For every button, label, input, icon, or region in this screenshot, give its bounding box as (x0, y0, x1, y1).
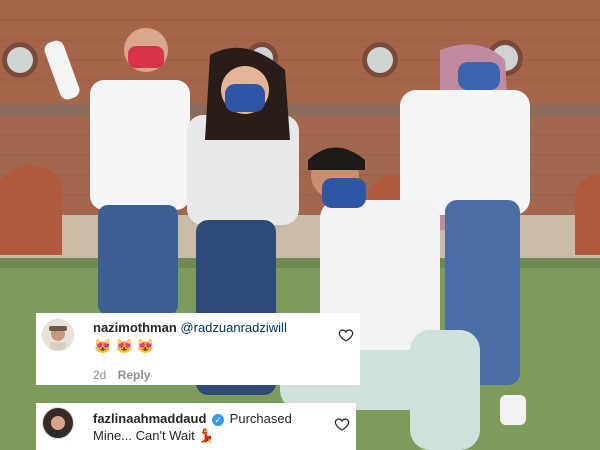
comment-meta: 2d Reply (93, 368, 150, 382)
comment-mention[interactable]: @radzuanradziwill (180, 320, 286, 335)
verified-badge-icon: ✓ (212, 413, 225, 426)
comment-text: Purchased (229, 411, 292, 426)
heart-eyes-cat-emoji: 😻 (115, 338, 133, 354)
heart-icon[interactable] (334, 416, 350, 432)
comment-card: nazimothman @radzuanradziwill 😻 😻 😻 2d R… (36, 313, 360, 385)
heart-eyes-cat-emoji: 😻 (136, 338, 155, 354)
heart-icon[interactable] (338, 327, 354, 343)
reply-button[interactable]: Reply (118, 368, 151, 382)
comment-text-line: Mine... Can't Wait 💃 (93, 428, 215, 444)
dancer-emoji: 💃 (198, 428, 215, 443)
avatar[interactable] (42, 407, 74, 439)
heart-eyes-cat-emoji: 😻 (94, 338, 112, 354)
comment-card: fazlinaahmaddaud ✓ Purchased Mine... Can… (36, 403, 356, 450)
avatar-image (43, 408, 73, 438)
avatar-image (43, 320, 73, 350)
comment-header: nazimothman @radzuanradziwill (93, 320, 287, 335)
comment-text: Mine... Can't Wait (93, 428, 195, 443)
comment-time: 2d (93, 368, 107, 382)
avatar[interactable] (42, 319, 74, 351)
comment-username[interactable]: nazimothman (93, 320, 177, 335)
comment-emojis: 😻 😻 😻 (94, 338, 154, 354)
comment-header: fazlinaahmaddaud ✓ Purchased (93, 410, 292, 427)
comment-username[interactable]: fazlinaahmaddaud (93, 411, 206, 426)
